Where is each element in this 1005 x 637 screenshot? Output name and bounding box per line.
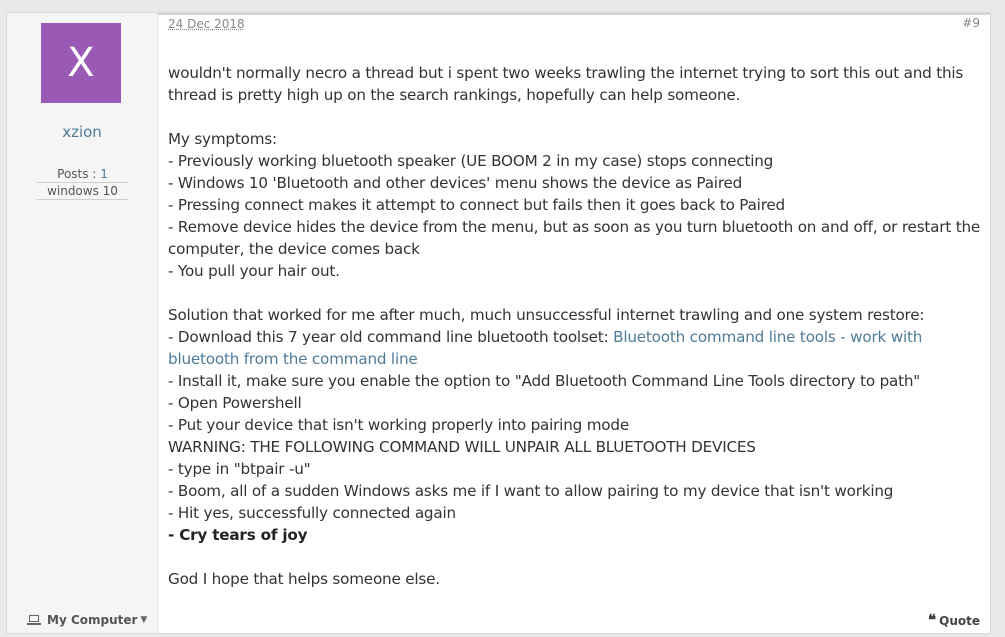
post-number-link[interactable]: #9 (962, 16, 980, 30)
my-computer-toggle[interactable]: My Computer ▼ (27, 613, 147, 627)
post-body: wouldn't normally necro a thread but i s… (168, 62, 983, 590)
download-prefix: - Download this 7 year old command line … (168, 328, 614, 346)
post-line: - type in "btpair -u" (168, 460, 311, 478)
user-os: windows 10 (37, 184, 128, 200)
forum-post: X xzion Posts : 1 windows 10 My Computer… (6, 12, 991, 634)
avatar-letter: X (67, 40, 95, 86)
post-line: - You pull your hair out. (168, 262, 340, 280)
post-line: - Previously working bluetooth speaker (… (168, 152, 774, 170)
post-line: - Put your device that isn't working pro… (168, 416, 629, 434)
posts-count-link[interactable]: 1 (100, 167, 108, 181)
post-line: WARNING: THE FOLLOWING COMMAND WILL UNPA… (168, 438, 756, 456)
chevron-down-icon: ▼ (140, 615, 148, 625)
post-line-bold: - Cry tears of joy (168, 526, 308, 544)
post-line: - Download this 7 year old command line … (168, 326, 983, 370)
user-info-panel: X xzion Posts : 1 windows 10 My Computer… (7, 13, 158, 633)
username-link[interactable]: xzion (7, 123, 157, 141)
post-line: Solution that worked for me after much, … (168, 306, 925, 324)
posts-count-line: Posts : 1 (37, 167, 128, 183)
avatar[interactable]: X (41, 23, 121, 103)
post-date[interactable]: 24 Dec 2018 (168, 17, 245, 31)
post-line: - Remove device hides the device from th… (168, 218, 981, 258)
post-line: - Hit yes, successfully connected again (168, 504, 456, 522)
post-line: - Install it, make sure you enable the o… (168, 372, 921, 390)
post-line: - Windows 10 'Bluetooth and other device… (168, 174, 743, 192)
my-computer-label: My Computer (47, 613, 138, 627)
posts-label: Posts : (57, 167, 101, 181)
laptop-icon (27, 614, 41, 626)
post-line: - Boom, all of a sudden Windows asks me … (168, 482, 894, 500)
quote-icon: ❝ (928, 611, 937, 629)
post-line: - Open Powershell (168, 394, 302, 412)
post-line: My symptoms: (168, 130, 277, 148)
post-line: God I hope that helps someone else. (168, 570, 440, 588)
post-line: - Pressing connect makes it attempt to c… (168, 196, 785, 214)
quote-label: Quote (939, 613, 980, 628)
quote-button[interactable]: ❝ Quote (928, 613, 980, 628)
post-line: wouldn't normally necro a thread but i s… (168, 64, 964, 104)
